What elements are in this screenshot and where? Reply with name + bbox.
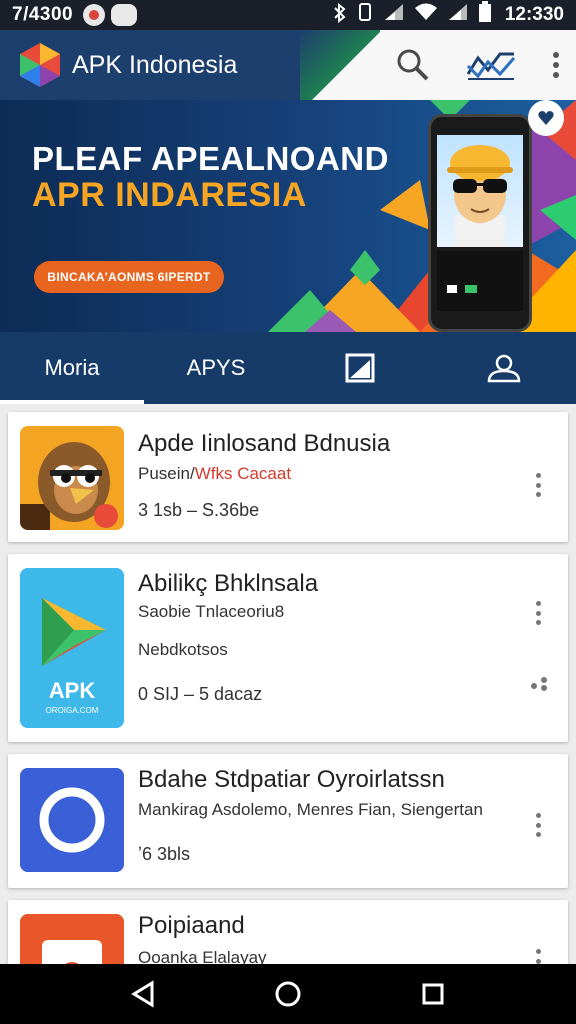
search-button[interactable] bbox=[380, 30, 446, 100]
app-card[interactable]: Poipiaand Ooanka Elalayay bbox=[8, 900, 568, 964]
app-card[interactable]: Bdahe Stdpatiar Oyroirlatssn Mankirag As… bbox=[8, 754, 568, 888]
app-more-button[interactable] bbox=[528, 598, 548, 628]
app-card[interactable]: Apde Iinlosand Bdnusia Pusein/Wfks Cacaa… bbox=[8, 412, 568, 542]
status-bar: 7/4300 12:330 bbox=[0, 0, 576, 30]
more-vert-icon bbox=[553, 52, 559, 78]
app-subtitle-b: Wfks Cacaat bbox=[194, 464, 292, 483]
app-more-button[interactable] bbox=[528, 810, 548, 840]
apk-badge-sub: OROIGA.COM bbox=[45, 706, 99, 715]
app-more-button[interactable] bbox=[528, 946, 548, 964]
app-size: ʼ6 3bls bbox=[138, 844, 191, 864]
app-thumbnail: APK OROIGA.COM bbox=[20, 568, 124, 728]
record-notification-icon bbox=[83, 4, 106, 26]
app-subtitle: Pusein/Wfks Cacaat bbox=[138, 464, 291, 484]
account-icon bbox=[487, 354, 521, 383]
status-icons: 12:330 bbox=[333, 1, 564, 29]
trending-button[interactable] bbox=[446, 30, 536, 100]
notification-icons bbox=[83, 4, 138, 26]
app-title: APK Indonesia bbox=[72, 51, 238, 79]
app-thumbnail bbox=[20, 426, 124, 530]
app-title: Apde Iinlosand Bdnusia bbox=[138, 430, 391, 457]
app-bar-actions bbox=[380, 30, 576, 100]
share-dots-icon bbox=[531, 677, 547, 691]
search-icon bbox=[397, 49, 429, 81]
app-bar: APK Indonesia bbox=[0, 30, 576, 100]
tab-apys-label: APYS bbox=[186, 355, 246, 380]
app-size: 0 SIJ – 5 dacaz bbox=[138, 684, 263, 704]
bird-mascot-icon bbox=[20, 426, 124, 530]
banner-cta-button[interactable]: BINCAKA'AONMS 6IPERDT bbox=[34, 261, 224, 293]
app-card[interactable]: APK OROIGA.COM Abilikç Bhklnsala Saobie … bbox=[8, 554, 568, 742]
app-subtitle: Ooanka Elalayay bbox=[138, 948, 267, 964]
circle-app-icon bbox=[20, 768, 124, 872]
tab-gallery[interactable] bbox=[288, 332, 432, 404]
battery-icon bbox=[478, 1, 492, 29]
wifi-icon bbox=[414, 2, 438, 28]
app-size: 3 1sb – S.36be bbox=[138, 500, 260, 520]
heart-icon bbox=[538, 111, 554, 125]
app-more-button[interactable] bbox=[528, 470, 548, 500]
phone-lower-screen bbox=[437, 251, 523, 311]
home-button[interactable] bbox=[268, 974, 308, 1014]
mascot-icon bbox=[447, 145, 513, 247]
favorite-badge[interactable] bbox=[528, 100, 564, 136]
tab-account[interactable] bbox=[432, 332, 576, 404]
tab-apys[interactable]: APYS bbox=[144, 332, 288, 404]
phone-illustration bbox=[428, 114, 532, 332]
bookmark-image-icon bbox=[345, 353, 375, 383]
app-subtitle: Saobie Tnlaceoriu8 bbox=[138, 602, 285, 621]
trend-icon bbox=[466, 52, 516, 80]
overflow-menu-button[interactable] bbox=[536, 30, 576, 100]
camera-app-icon bbox=[20, 914, 124, 964]
play-store-icon bbox=[20, 568, 124, 728]
app-thumbnail bbox=[20, 914, 124, 964]
tab-moria[interactable]: Moria bbox=[0, 332, 144, 404]
recents-button[interactable] bbox=[413, 974, 453, 1014]
phone-screen bbox=[437, 135, 523, 247]
promo-banner[interactable]: PLEAF APEALNOAND APR INDARESIA BINCAKA'A… bbox=[0, 100, 576, 332]
app-title: Poipiaand bbox=[138, 912, 245, 939]
bluetooth-icon bbox=[333, 2, 347, 28]
tab-bar: Moria APYS bbox=[0, 332, 576, 404]
vibrate-icon bbox=[356, 2, 374, 28]
status-clock: 12:330 bbox=[504, 4, 564, 25]
apk-badge: APK bbox=[48, 678, 96, 703]
recents-icon bbox=[422, 983, 444, 1005]
home-icon bbox=[275, 981, 301, 1007]
system-nav-bar bbox=[0, 964, 576, 1024]
app-subtitle-a: Pusein/ bbox=[138, 464, 195, 483]
signal-2-icon bbox=[447, 2, 469, 28]
signal-icon bbox=[383, 2, 405, 28]
app-thumbnail bbox=[20, 768, 124, 872]
status-time: 7/4300 bbox=[12, 4, 74, 25]
app-developer: Nebdkotsos bbox=[138, 640, 228, 659]
app-list: Apde Iinlosand Bdnusia Pusein/Wfks Cacaa… bbox=[0, 404, 576, 964]
app-title: Abilikç Bhklnsala bbox=[138, 570, 319, 597]
tab-moria-label: Moria bbox=[44, 355, 100, 380]
app-share-button[interactable] bbox=[530, 676, 550, 692]
cloud-notification-icon bbox=[111, 4, 138, 26]
screen: 7/4300 12:330 APK Indonesia PLEAF APEALN… bbox=[0, 0, 576, 1024]
app-logo-icon bbox=[20, 43, 60, 87]
banner-headline: PLEAF APEALNOAND bbox=[32, 140, 389, 177]
app-title: Bdahe Stdpatiar Oyroirlatssn bbox=[138, 766, 445, 793]
app-subtitle: Mankirag Asdolemo, Menres Fian, Siengert… bbox=[138, 800, 483, 819]
back-icon bbox=[130, 980, 154, 1008]
banner-subheadline: APR INDARESIA bbox=[32, 176, 307, 214]
back-button[interactable] bbox=[123, 974, 163, 1014]
